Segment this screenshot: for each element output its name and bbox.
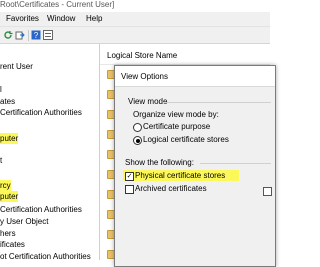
tree-item[interactable]: hers — [0, 228, 16, 239]
dialog-titlebar[interactable]: View Options — [115, 66, 275, 87]
checkbox-archived-certificates[interactable] — [125, 185, 134, 194]
column-header-logical-store-name[interactable]: Logical Store Name — [100, 44, 270, 65]
properties-icon[interactable] — [43, 30, 53, 40]
tree-item[interactable]: y User Object — [0, 216, 48, 227]
certificate-icon — [263, 187, 272, 196]
organize-label: Organize view mode by: — [133, 110, 219, 119]
menu-favorites[interactable]: Favorites — [6, 14, 39, 23]
tree-item-highlighted[interactable]: rcy — [0, 180, 11, 191]
tree-item[interactable]: l — [0, 84, 2, 95]
tree-item-current-user[interactable]: rent User — [0, 61, 33, 72]
window-titlebar: Root\Certificates - Current User] — [0, 0, 270, 12]
refresh-icon[interactable] — [3, 30, 13, 40]
checkbox-physical-stores-label[interactable]: Physical certificate stores — [135, 171, 225, 180]
tree-item[interactable]: t — [0, 155, 2, 166]
dialog-body: View mode Organize view mode by: Certifi… — [115, 87, 275, 266]
view-mode-group-label: View mode — [128, 97, 168, 106]
view-options-dialog: View Options View mode Organize view mod… — [114, 65, 276, 267]
toolbar: ? — [0, 27, 270, 44]
checkbox-archived-certificates-label[interactable]: Archived certificates — [135, 184, 207, 193]
tree-item[interactable]: ificates — [0, 239, 25, 250]
menu-bar: Favorites Window Help — [0, 12, 270, 27]
tree-item-highlighted[interactable]: puter — [0, 133, 19, 144]
tree-item-highlighted[interactable]: puter — [0, 191, 19, 202]
radio-logical-stores-label[interactable]: Logical certificate stores — [143, 135, 229, 144]
help-icon[interactable]: ? — [31, 30, 41, 40]
tree-item[interactable]: Certification Authorities — [0, 107, 82, 118]
tree-item[interactable]: ates — [0, 96, 15, 107]
radio-certificate-purpose[interactable] — [133, 123, 142, 132]
console-tree[interactable]: rent User l ates Certification Authoriti… — [0, 44, 100, 260]
radio-certificate-purpose-label[interactable]: Certificate purpose — [143, 122, 210, 131]
menu-window[interactable]: Window — [47, 14, 75, 23]
group-divider — [163, 102, 271, 103]
toolbar-separator — [28, 30, 29, 41]
menu-help[interactable]: Help — [86, 14, 102, 23]
tree-item[interactable]: ot Certification Authorities — [0, 251, 91, 260]
export-icon[interactable] — [15, 30, 25, 40]
group-divider — [200, 163, 271, 164]
tree-item[interactable]: Certification Authorities — [0, 204, 82, 215]
window-title: Root\Certificates - Current User] — [0, 0, 115, 9]
dialog-title: View Options — [121, 72, 168, 81]
checkbox-physical-stores[interactable]: ✓ — [125, 172, 134, 181]
show-group-label: Show the following: — [125, 158, 194, 167]
radio-logical-stores[interactable] — [133, 136, 142, 145]
svg-text:?: ? — [34, 31, 39, 40]
column-header-label: Logical Store Name — [107, 51, 178, 60]
